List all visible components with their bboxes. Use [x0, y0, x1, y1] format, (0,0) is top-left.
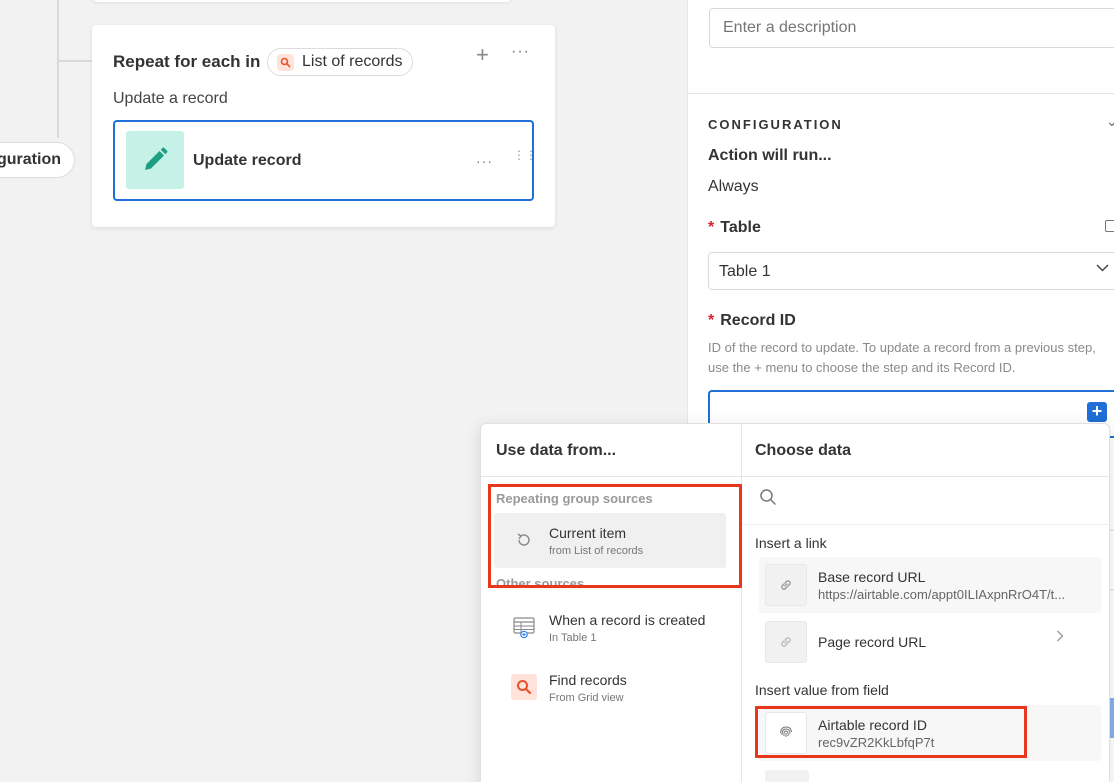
search-divider [742, 524, 1111, 525]
table-select[interactable]: Table 1 [708, 252, 1114, 290]
popover-column-divider [741, 424, 742, 782]
plus-icon[interactable]: + [476, 42, 489, 68]
record-id-label-text: Record ID [720, 312, 796, 329]
choose-data-title: Choose data [755, 442, 852, 459]
source-name: When a record is created [549, 612, 706, 628]
drag-handle-icon[interactable]: ⋮⋮ [513, 149, 537, 161]
table-label-text: Table [720, 219, 761, 236]
repeat-source-label: List of records [302, 53, 403, 70]
highlight-airtable-record-id [755, 706, 1027, 758]
data-item-page-record-url[interactable]: Page record URL [759, 614, 1101, 670]
record-id-help-text: ID of the record to update. To update a … [708, 340, 1096, 375]
insert-link-heading: Insert a link [755, 535, 827, 551]
highlight-current-item [488, 484, 742, 588]
update-record-step[interactable]: Update record ··· ⋮⋮ [113, 120, 537, 201]
update-record-label: Update record [193, 152, 302, 169]
chevron-right-icon[interactable] [1056, 629, 1064, 647]
data-item-name: Base record URL [818, 569, 926, 585]
insert-field-heading: Insert value from field [755, 682, 889, 698]
data-item-base-record-url[interactable]: Base record URL https://airtable.com/app… [759, 557, 1101, 613]
repeat-card-subtitle: Update a record [113, 90, 228, 107]
repeat-source-pill[interactable]: List of records [267, 48, 414, 76]
source-subtitle: In Table 1 [549, 632, 597, 644]
link-icon [765, 621, 807, 663]
use-data-from-title: Use data from... [496, 442, 617, 459]
record-id-field-label: * Record ID [708, 312, 796, 330]
table-select-value: Table 1 [719, 263, 771, 280]
repeat-card-title: Repeat for each in [113, 52, 261, 71]
panel-divider [688, 93, 1114, 94]
required-marker: * [708, 312, 715, 329]
source-subtitle: From Grid view [549, 692, 624, 704]
popover-header-divider [481, 476, 1111, 477]
description-input[interactable] [709, 8, 1114, 48]
action-run-label: Action will run... [708, 147, 832, 164]
more-horizontal-icon[interactable]: ··· [476, 153, 493, 169]
link-icon [765, 564, 807, 606]
search-icon[interactable] [759, 488, 777, 511]
action-run-value[interactable]: Always [708, 178, 759, 196]
required-marker: * [708, 219, 715, 236]
data-item-partial[interactable] [765, 770, 809, 782]
search-icon [277, 53, 294, 71]
tree-connector-horizontal [57, 60, 92, 62]
configuration-pill[interactable]: guration [0, 142, 75, 178]
chevron-down-icon[interactable]: ⌄ [1106, 113, 1114, 130]
repeat-group-card[interactable]: Repeat for each in List of records + ···… [92, 25, 555, 227]
data-item-value: https://airtable.com/appt0ILIAxpnRrO4T/t… [818, 587, 1066, 602]
source-find-records[interactable]: Find records From Grid view [494, 660, 726, 715]
data-item-name: Page record URL [818, 634, 927, 650]
chevron-down-icon[interactable] [1096, 259, 1109, 275]
previous-step-card[interactable] [92, 0, 512, 2]
table-field-label: * Table [708, 219, 761, 237]
configuration-heading: CONFIGURATION [708, 117, 843, 132]
source-record-created[interactable]: When a record is created In Table 1 [494, 600, 726, 655]
pencil-icon [126, 131, 184, 189]
table-icon[interactable] [1105, 220, 1114, 232]
source-name: Find records [549, 672, 627, 688]
insert-data-plus-icon[interactable]: + [1087, 402, 1107, 422]
more-horizontal-icon[interactable]: ··· [511, 43, 530, 61]
search-icon [511, 674, 537, 700]
tree-connector-vertical [57, 0, 59, 138]
table-icon [511, 614, 537, 640]
insert-data-popover: Use data from... Choose data Repeating g… [480, 423, 1111, 782]
